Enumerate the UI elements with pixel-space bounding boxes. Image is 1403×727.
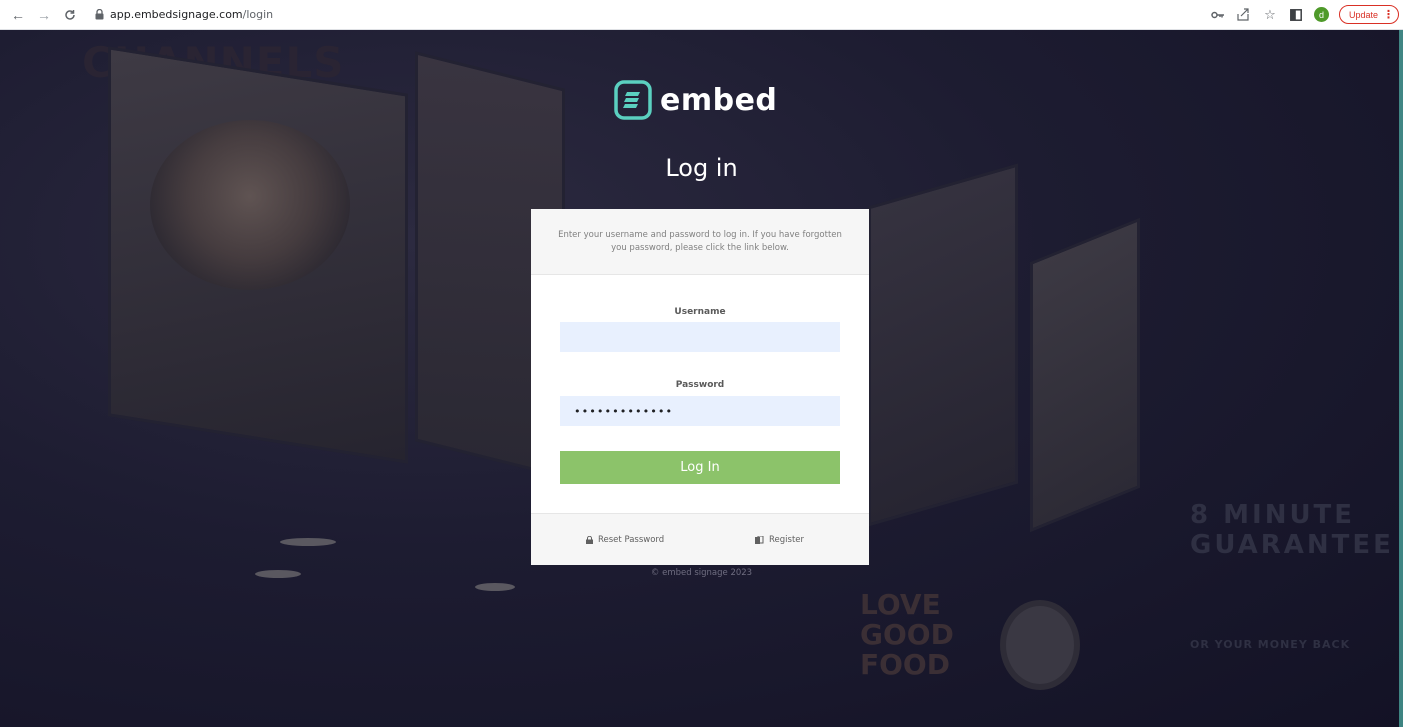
key-icon[interactable] <box>1210 7 1226 23</box>
update-label: Update <box>1348 9 1378 20</box>
url-host: app.embedsignage.com <box>110 8 243 21</box>
money-back-text: OR YOUR MONEY BACK <box>1190 638 1351 651</box>
username-input[interactable] <box>560 322 840 352</box>
login-card-footer: Reset Password Register <box>531 513 869 565</box>
accent-edge <box>1399 30 1403 727</box>
menu-dots-icon: ⋮ <box>1383 9 1394 21</box>
menu-screen <box>1030 217 1140 533</box>
wall-guarantee-text: 8 MINUTE GUARANTEE OR YOUR MONEY BACK <box>1190 500 1394 660</box>
register-icon <box>755 535 764 544</box>
forward-arrow-icon[interactable]: → <box>35 6 53 24</box>
address-bar[interactable]: app.embedsignage.com/login <box>110 8 273 21</box>
login-button[interactable]: Log In <box>560 451 840 484</box>
reset-password-label: Reset Password <box>598 535 665 545</box>
profile-avatar[interactable]: d <box>1313 7 1329 22</box>
love-good-food-sign: LOVE GOOD FOOD <box>860 588 954 681</box>
guarantee-text: 8 MINUTE GUARANTEE <box>1190 500 1394 560</box>
url-path: /login <box>242 8 274 21</box>
username-label: Username <box>674 307 726 317</box>
reset-password-link[interactable]: Reset Password <box>586 535 664 545</box>
password-input[interactable]: ••••••••••••• <box>560 396 840 426</box>
register-label: Register <box>769 535 804 545</box>
lock-icon[interactable] <box>95 9 105 21</box>
login-instructions: Enter your username and password to log … <box>531 209 869 275</box>
update-button[interactable]: Update ⋮ <box>1338 5 1399 24</box>
ceiling-light <box>280 538 336 546</box>
copyright-text: © embed signage 2023 <box>650 568 753 578</box>
brand-logo: embed <box>614 80 777 120</box>
login-card: Enter your username and password to log … <box>531 209 869 565</box>
ceiling-light <box>475 583 515 591</box>
password-label: Password <box>675 380 725 390</box>
reload-icon[interactable] <box>61 6 79 24</box>
embed-logo-icon <box>614 80 652 120</box>
register-link[interactable]: Register <box>755 535 804 545</box>
share-icon[interactable] <box>1236 7 1252 23</box>
menu-screen <box>868 163 1018 527</box>
star-icon[interactable]: ☆ <box>1262 7 1278 23</box>
brand-name: embed <box>660 82 778 118</box>
browser-toolbar: ← → app.embedsignage.com/login ☆ d Updat… <box>0 0 1403 30</box>
lock-icon <box>586 536 593 544</box>
wall-clock <box>1000 600 1080 690</box>
back-arrow-icon[interactable]: ← <box>9 6 27 24</box>
page-title: Log in <box>665 154 738 182</box>
sidebar-icon[interactable] <box>1288 7 1304 23</box>
burger-image <box>150 120 350 290</box>
